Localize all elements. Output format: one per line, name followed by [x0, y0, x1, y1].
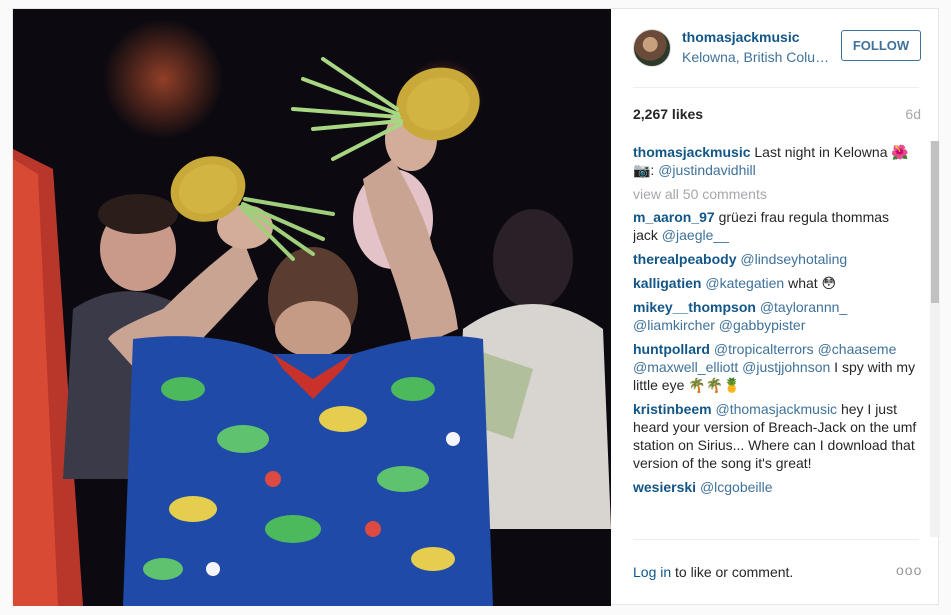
caption: thomasjackmusic Last night in Kelowna 🌺 …	[633, 143, 917, 179]
comment-username[interactable]: m_aaron_97	[633, 209, 715, 225]
footer-divider	[633, 539, 919, 540]
caption-username[interactable]: thomasjackmusic	[633, 144, 751, 160]
comment-mentions[interactable]: @thomasjackmusic	[715, 401, 837, 417]
post-footer: Log in to like or comment. ooo	[611, 554, 940, 606]
scrollbar-thumb[interactable]	[931, 141, 939, 303]
comment-mentions[interactable]: @lcgobeille	[700, 479, 773, 495]
comment-username[interactable]: therealpeabody	[633, 251, 736, 267]
comment-item: huntpollard @tropicalterrors @chaaseme @…	[633, 340, 917, 394]
comment-item: therealpeabody @lindseyhotaling	[633, 250, 917, 268]
login-text: to like or comment.	[671, 564, 794, 580]
login-prompt: Log in to like or comment.	[633, 564, 793, 580]
user-avatar[interactable]	[633, 29, 671, 67]
comments-list: thomasjackmusic Last night in Kelowna 🌺 …	[633, 143, 917, 535]
post-header: thomasjackmusic Kelowna, British Columbi…	[611, 9, 940, 87]
comment-username[interactable]: huntpollard	[633, 341, 710, 357]
comment-mentions[interactable]: @jaegle__	[662, 227, 729, 243]
comment-username[interactable]: kristinbeem	[633, 401, 712, 417]
comment-tail: what 😳	[784, 275, 837, 291]
post-sidebar: thomasjackmusic Kelowna, British Columbi…	[611, 9, 940, 606]
login-link[interactable]: Log in	[633, 564, 671, 580]
header-username[interactable]: thomasjackmusic	[682, 29, 800, 45]
comment-item: mikey__thompson @taylorannn_ @liamkirche…	[633, 298, 917, 334]
comment-mentions[interactable]: @lindseyhotaling	[740, 251, 847, 267]
comment-username[interactable]: kalligatien	[633, 275, 701, 291]
caption-mention[interactable]: @justindavidhill	[658, 162, 755, 178]
comment-item: m_aaron_97 grüezi frau regula thommas ja…	[633, 208, 917, 244]
comment-username[interactable]: mikey__thompson	[633, 299, 756, 315]
comment-item: wesierski @lcgobeille	[633, 478, 917, 496]
comment-item: kristinbeem @thomasjackmusic hey I just …	[633, 400, 917, 472]
post-card: thomasjackmusic Kelowna, British Columbi…	[12, 8, 940, 606]
post-age[interactable]: 6d	[905, 106, 921, 122]
comment-username[interactable]: wesierski	[633, 479, 696, 495]
follow-button[interactable]: FOLLOW	[841, 30, 921, 61]
caption-text: Last night in Kelowna	[750, 144, 892, 160]
more-options-icon[interactable]: ooo	[896, 562, 922, 578]
likes-count[interactable]: 2,267 likes	[633, 106, 703, 122]
view-all-comments-link[interactable]: view all 50 comments	[633, 185, 917, 203]
header-divider	[633, 87, 919, 88]
comments-scrollbar[interactable]	[930, 141, 940, 537]
post-photo[interactable]	[13, 9, 611, 606]
header-location[interactable]: Kelowna, British Columbia	[682, 49, 832, 65]
party-photo-illustration	[13, 9, 611, 606]
comment-item: kalligatien @kategatien what 😳	[633, 274, 917, 292]
comment-mentions[interactable]: @kategatien	[705, 275, 784, 291]
